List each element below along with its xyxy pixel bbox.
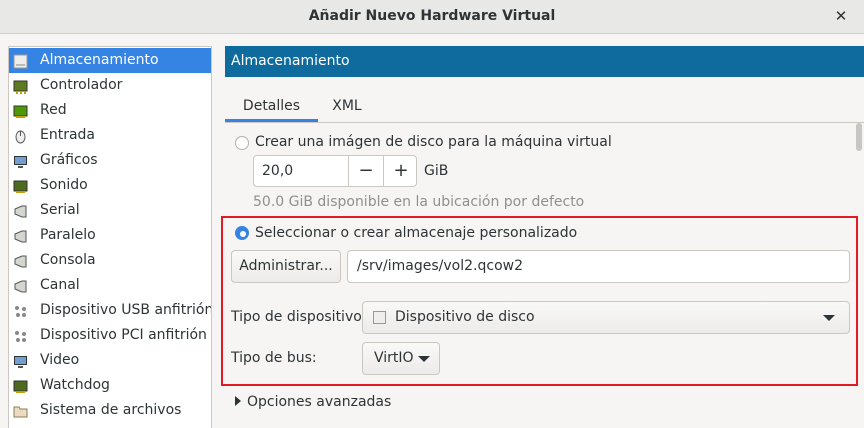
bus-type-label: Tipo de bus: [231,350,317,366]
mouse-icon [13,128,28,144]
sidebar-item-video[interactable]: Video [9,348,211,373]
sidebar-item-label: Entrada [40,127,96,143]
sidebar-item-label: Red [40,102,67,118]
pci-device-icon [13,328,28,343]
available-space-text: 50.0 GiB disponible en la ubicación por … [253,194,585,210]
sidebar-item-label: Paralelo [40,227,96,243]
scrollbar[interactable] [856,123,862,151]
disk-size-stepper[interactable]: 20,0 − + [253,155,417,187]
watchdog-icon [13,378,28,393]
sidebar-item-label: Watchdog [40,377,110,393]
sidebar-item-watchdog[interactable]: Watchdog [9,373,211,398]
storage-path-input[interactable]: /srv/images/vol2.qcow2 [347,250,850,283]
sidebar-item-almacenamiento[interactable]: Almacenamiento [9,48,211,73]
sidebar-item-sonido[interactable]: Sonido [9,173,211,198]
device-type-label: Tipo de dispositivo: [231,309,367,325]
section-title: Almacenamiento [231,53,350,69]
manage-button[interactable]: Administrar... [231,250,341,283]
controller-icon [13,78,28,94]
size-unit: GiB [424,163,449,179]
section-header: Almacenamiento [225,46,864,77]
increment-button[interactable]: + [383,156,418,186]
disk-icon [373,311,386,324]
disk-icon [13,53,28,69]
sound-card-icon [13,178,28,193]
disk-size-value[interactable]: 20,0 [262,163,293,179]
tab-xml[interactable]: XML [318,89,376,122]
window-title: Añadir Nuevo Hardware Virtual [308,8,556,24]
device-type-dropdown[interactable]: Dispositivo de disco [362,301,850,334]
custom-storage-radio[interactable] [235,226,249,240]
channel-icon [13,278,28,293]
hardware-type-list: Almacenamiento Controlador Red Entrada G… [8,46,212,428]
chevron-down-icon [418,356,430,362]
expander-arrow-icon[interactable] [235,396,241,406]
usb-device-icon [13,303,28,318]
sidebar-item-label: Dispositivo PCI anfitrión [40,327,207,343]
sidebar-item-label: Sonido [40,177,88,193]
bus-type-value: VirtIO [374,350,414,366]
serial-port-icon [13,203,28,218]
create-disk-label: Crear una imágen de disco para la máquin… [255,134,612,150]
custom-storage-label: Seleccionar o crear almacenaje personali… [255,225,578,241]
sidebar-item-serial[interactable]: Serial [9,198,211,223]
sidebar-item-label: Video [40,352,80,368]
advanced-options-expander[interactable]: Opciones avanzadas [247,394,391,410]
sidebar-item-label: Sistema de archivos [40,402,182,418]
title-bar: Añadir Nuevo Hardware Virtual ✕ [0,0,864,34]
sidebar-item-label: Controlador [40,77,123,93]
sidebar-item-sistema-archivos[interactable]: Sistema de archivos [9,398,211,423]
sidebar-item-paralelo[interactable]: Paralelo [9,223,211,248]
sidebar-item-label: Gráficos [40,152,98,168]
sidebar-item-canal[interactable]: Canal [9,273,211,298]
sidebar-item-label: Serial [40,202,80,218]
video-icon [13,353,28,368]
monitor-icon [13,153,28,168]
sidebar-item-red[interactable]: Red [9,98,211,123]
tab-detalles[interactable]: Detalles [225,89,318,122]
close-icon[interactable]: ✕ [832,7,850,25]
sidebar-item-label: Almacenamiento [40,52,159,68]
create-disk-radio[interactable] [235,136,249,150]
tab-bar: Detalles XML [225,89,864,123]
sidebar-item-pci[interactable]: Dispositivo PCI anfitrión [9,323,211,348]
parallel-port-icon [13,228,28,243]
device-type-value: Dispositivo de disco [395,309,535,325]
sidebar-item-consola[interactable]: Consola [9,248,211,273]
decrement-button[interactable]: − [348,156,383,186]
network-icon [13,103,28,118]
sidebar-item-usb[interactable]: Dispositivo USB anfitrión [9,298,211,323]
sidebar-item-label: Canal [40,277,80,293]
sidebar-item-entrada[interactable]: Entrada [9,123,211,148]
bus-type-dropdown[interactable]: VirtIO [362,342,440,375]
sidebar-item-label: Dispositivo USB anfitrión [40,302,212,318]
sidebar-item-graficos[interactable]: Gráficos [9,148,211,173]
sidebar-item-label: Consola [40,252,96,268]
chevron-down-icon [823,315,835,321]
storage-path-value[interactable]: /srv/images/vol2.qcow2 [357,258,523,274]
console-icon [13,253,28,268]
filesystem-icon [13,403,28,418]
sidebar-item-controlador[interactable]: Controlador [9,73,211,98]
